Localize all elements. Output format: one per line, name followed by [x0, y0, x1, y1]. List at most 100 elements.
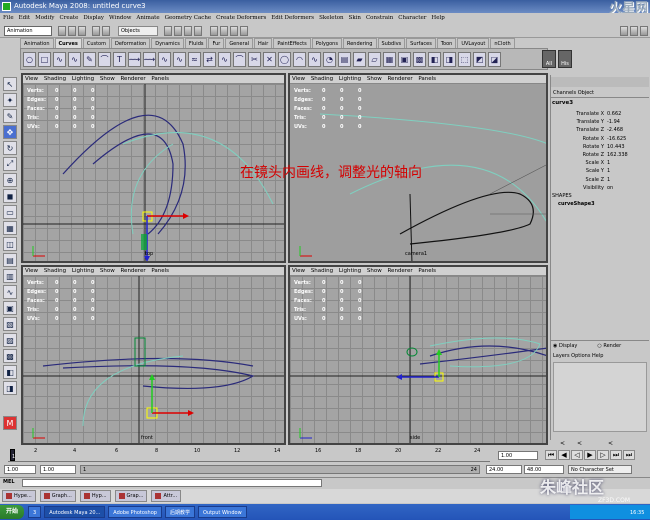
circle-curve-icon[interactable]: ○ [23, 51, 36, 67]
ipr-render-icon[interactable] [230, 26, 238, 36]
play-back-icon[interactable]: ◁ [571, 450, 583, 460]
shelf-tab-curves[interactable]: Curves [54, 38, 82, 48]
menu-create[interactable]: Create [59, 13, 78, 24]
planar-icon[interactable]: ▰ [353, 51, 366, 67]
layout-four-icon[interactable]: ▦ [3, 221, 17, 235]
vp-menu-panels[interactable]: Panels [418, 268, 436, 274]
menu-window[interactable]: Window [109, 13, 131, 24]
paint-select-icon[interactable]: ✎ [3, 109, 17, 123]
menu-display[interactable]: Display [83, 13, 104, 24]
arc-curve-icon[interactable]: ⌒ [98, 51, 111, 67]
attr-row[interactable]: Translate Y -1.94 [552, 118, 648, 126]
history-icon[interactable] [210, 26, 218, 36]
vp-menu-renderer[interactable]: Renderer [120, 268, 145, 274]
end-time-field[interactable]: 48.00 [524, 465, 564, 474]
attr-row[interactable]: Scale Z1 [552, 176, 648, 184]
layer-list[interactable] [553, 362, 647, 432]
layout-graph-icon[interactable]: ∿ [3, 285, 17, 299]
layout-outliner-icon[interactable]: ▥ [3, 269, 17, 283]
minimized-hypergraph[interactable]: Hyp... [79, 490, 111, 502]
shelf-tab-dynamics[interactable]: Dynamics [151, 38, 184, 48]
square-curve-icon[interactable]: □ [38, 51, 51, 67]
menu-skin[interactable]: Skin [349, 13, 361, 24]
vp-menu-shading[interactable]: Shading [44, 268, 66, 274]
vp-menu-renderer[interactable]: Renderer [387, 76, 412, 82]
shelf-tab-polygons[interactable]: Polygons [311, 38, 342, 48]
layout-hypershade-icon[interactable]: ▣ [3, 301, 17, 315]
minimized-graph-editor[interactable]: Graph... [39, 490, 76, 502]
menu-character[interactable]: Character [398, 13, 426, 24]
taskbar-item-folder[interactable]: 后期教学 [164, 506, 195, 518]
taskbar-item-maya[interactable]: Autodesk Maya 20... [44, 506, 106, 518]
shape-name[interactable]: curveShape3 [552, 200, 648, 208]
vp-menu-show[interactable]: Show [100, 76, 115, 82]
fillet-curve-icon[interactable]: ⌒ [233, 51, 246, 67]
menu-help[interactable]: Help [431, 13, 444, 24]
shelf-tab-hair[interactable]: Hair [254, 38, 273, 48]
vp-menu-lighting[interactable]: Lighting [72, 76, 94, 82]
ep-curve-icon[interactable]: ∿ [68, 51, 81, 67]
rotate-tool-icon[interactable]: ↻ [3, 141, 17, 155]
playback-end-field[interactable]: 24.00 [486, 465, 522, 474]
shelf-tab-animation[interactable]: Animation [20, 38, 54, 48]
intersect-curve-icon[interactable]: ✕ [263, 51, 276, 67]
snap-plane-icon[interactable] [194, 26, 202, 36]
loft-icon[interactable]: ▤ [338, 51, 351, 67]
vp-menu-view[interactable]: View [292, 268, 305, 274]
text-curve-icon[interactable]: T [113, 51, 126, 67]
attr-row[interactable]: Rotate X -16.625 [552, 135, 648, 143]
menu-edit-deformers[interactable]: Edit Deformers [271, 13, 314, 24]
vp-menu-renderer[interactable]: Renderer [387, 268, 412, 274]
snap-grid-icon[interactable] [164, 26, 172, 36]
save-scene-icon[interactable] [78, 26, 86, 36]
untrim-icon[interactable]: ◪ [488, 51, 501, 67]
snap-curve-icon[interactable] [174, 26, 182, 36]
tool-settings-toggle-icon[interactable] [630, 26, 638, 36]
shelf-tab-surfaces[interactable]: Surfaces [406, 38, 436, 48]
menu-geometry-cache[interactable]: Geometry Cache [165, 13, 212, 24]
close-curve-icon[interactable]: ◯ [278, 51, 291, 67]
shelf-tab-toon[interactable]: Toon [436, 38, 457, 48]
extrude-icon[interactable]: ▱ [368, 51, 381, 67]
menu-create-deformers[interactable]: Create Deformers [216, 13, 266, 24]
insert-knot-icon[interactable]: ∿ [158, 51, 171, 67]
playback-start-field[interactable]: 1.00 [40, 465, 76, 474]
shelf-tab-custom[interactable]: Custom [82, 38, 110, 48]
start-button[interactable]: 开始 [0, 505, 25, 519]
attr-row[interactable]: Scale X1 [552, 159, 648, 167]
open-scene-icon[interactable] [68, 26, 76, 36]
attribute-editor-toggle-icon[interactable] [620, 26, 628, 36]
attr-row[interactable]: Translate Z -2.468 [552, 126, 648, 134]
new-scene-icon[interactable] [58, 26, 66, 36]
layout-single-icon[interactable]: ▭ [3, 205, 17, 219]
layer-display-radio[interactable]: ◉ Display [553, 342, 587, 351]
taskbar-item-photoshop[interactable]: Adobe Photoshop [108, 506, 162, 518]
revolve-icon[interactable]: ◔ [323, 51, 336, 67]
taskbar-item-explorer[interactable]: 3 [28, 506, 42, 518]
shelf-tab-fur[interactable]: Fur [208, 38, 225, 48]
menu-animate[interactable]: Animate [136, 13, 159, 24]
mel-input[interactable] [22, 479, 322, 487]
attr-row[interactable]: Translate X 0.662 [552, 110, 648, 118]
menu-edit[interactable]: Edit [19, 13, 31, 24]
scale-tool-icon[interactable]: ⤢ [3, 157, 17, 171]
vp-menu-view[interactable]: View [25, 76, 38, 82]
last-tool-icon[interactable]: ◼ [3, 189, 17, 203]
render-settings-icon[interactable] [240, 26, 248, 36]
step-forward-icon[interactable]: ▷ [597, 450, 609, 460]
select-component-icon[interactable] [102, 26, 110, 36]
channel-box-toggle-icon[interactable] [640, 26, 648, 36]
vp-menu-lighting[interactable]: Lighting [339, 76, 361, 82]
menu-skeleton[interactable]: Skeleton [319, 13, 343, 24]
birail-icon[interactable]: ▦ [383, 51, 396, 67]
vp-menu-panels[interactable]: Panels [418, 76, 436, 82]
mel-label[interactable]: MEL [3, 478, 15, 487]
layout-extra4-icon[interactable]: ◧ [3, 365, 17, 379]
vp-menu-show[interactable]: Show [367, 76, 382, 82]
render-icon[interactable] [220, 26, 228, 36]
channel-box-object-name[interactable]: curve3 [552, 100, 648, 106]
viewport-front[interactable]: View Shading Lighting Show Renderer Pane… [21, 265, 286, 445]
rebuild-curve-icon[interactable]: ∿ [218, 51, 231, 67]
snap-point-icon[interactable] [184, 26, 192, 36]
selection-mask-objects[interactable]: Objects [118, 26, 158, 36]
